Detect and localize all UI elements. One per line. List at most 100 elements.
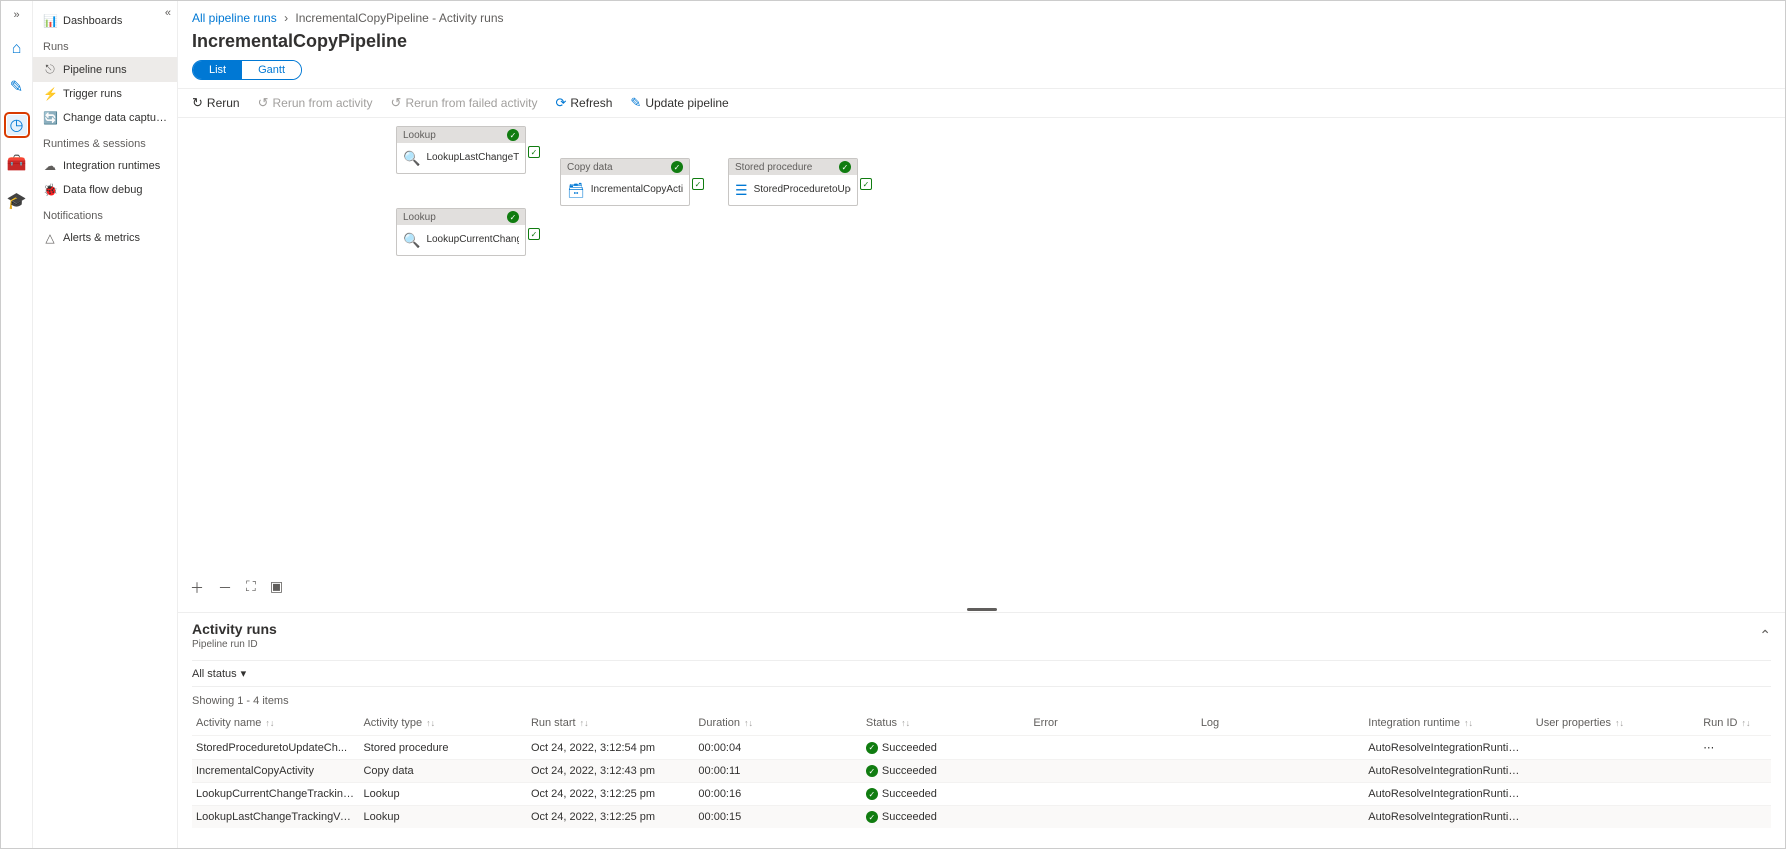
monitor-icon[interactable]: ◷ <box>7 115 27 135</box>
pipeline-canvas-wrap: Lookup ✓ 🔍 LookupLastChangeTrackingVersi… <box>178 118 1785 606</box>
home-icon[interactable]: ⌂ <box>7 39 27 59</box>
zoom-in-icon[interactable]: ＋ <box>190 578 204 598</box>
toolbar-label: Update pipeline <box>645 96 728 110</box>
cell-run-start: Oct 24, 2022, 3:12:54 pm <box>527 736 694 760</box>
node-lookup-last-change[interactable]: Lookup ✓ 🔍 LookupLastChangeTrackingVersi… <box>396 126 526 174</box>
view-toggle-list[interactable]: List <box>193 61 242 79</box>
view-toggle-gantt[interactable]: Gantt <box>242 61 301 79</box>
col-integration-runtime[interactable]: Integration runtime↑↓ <box>1364 711 1531 736</box>
sidebar-section-runs: Runs <box>33 33 177 57</box>
cell-run-start: Oct 24, 2022, 3:12:43 pm <box>527 760 694 783</box>
breadcrumb-current: IncrementalCopyPipeline - Activity runs <box>295 11 503 25</box>
activity-runs-title: Activity runs <box>192 621 277 637</box>
cell-user-properties <box>1532 760 1699 783</box>
cell-activity-type: Lookup <box>359 806 526 829</box>
toolbar-label: Rerun from activity <box>273 96 373 110</box>
zoom-out-icon[interactable]: － <box>218 578 232 598</box>
sort-icon: ↑↓ <box>1741 718 1750 728</box>
node-name-label: LookupCurrentChangeTrackingVersio... <box>426 234 519 246</box>
sidebar-item-dataflow-debug[interactable]: 🐞 Data flow debug <box>33 178 177 202</box>
result-count: Showing 1 - 4 items <box>192 687 1771 711</box>
author-icon[interactable]: ✎ <box>7 77 27 97</box>
trigger-icon: ⚡ <box>43 87 57 101</box>
main: All pipeline runs › IncrementalCopyPipel… <box>178 1 1785 848</box>
success-icon: ✓ <box>839 161 851 173</box>
col-status[interactable]: Status↑↓ <box>862 711 1029 736</box>
cell-duration: 00:00:11 <box>694 760 861 783</box>
sidebar-item-dashboards[interactable]: 📊 Dashboards <box>33 9 177 33</box>
col-activity-name[interactable]: Activity name↑↓ <box>192 711 359 736</box>
cell-run-id <box>1699 760 1771 783</box>
collapse-sidebar-icon[interactable]: « <box>165 7 171 19</box>
node-stored-procedure[interactable]: Stored procedure ✓ ☰ StoredProceduretoUp… <box>728 158 858 206</box>
cell-error <box>1029 736 1196 760</box>
sort-icon: ↑↓ <box>265 718 274 728</box>
refresh-button[interactable]: ⟳ Refresh <box>555 95 612 111</box>
rerun-from-failed-button: ↺ Rerun from failed activity <box>391 95 538 111</box>
sidebar-item-alerts[interactable]: △ Alerts & metrics <box>33 226 177 250</box>
reset-zoom-icon[interactable]: ▣ <box>270 578 283 598</box>
copy-data-icon: 🗃 <box>567 181 585 199</box>
update-pipeline-button[interactable]: ✎ Update pipeline <box>630 95 728 111</box>
cell-error <box>1029 806 1196 829</box>
sidebar-section-notifications: Notifications <box>33 202 177 226</box>
cell-status: ✓Succeeded <box>862 806 1029 829</box>
breadcrumb-link-all-runs[interactable]: All pipeline runs <box>192 11 277 25</box>
sidebar-item-cdc[interactable]: 🔄 Change data capture (previ... <box>33 106 177 130</box>
table-row[interactable]: IncrementalCopyActivityCopy dataOct 24, … <box>192 760 1771 783</box>
cell-activity-name: LookupCurrentChangeTracking... <box>192 783 359 806</box>
toolbar-label: Rerun from failed activity <box>405 96 537 110</box>
cell-status: ✓Succeeded <box>862 760 1029 783</box>
table-row[interactable]: StoredProceduretoUpdateCh...Stored proce… <box>192 736 1771 760</box>
sidebar: « 📊 Dashboards Runs ⎋ Pipeline runs ⚡ Tr… <box>33 1 178 848</box>
table-row[interactable]: LookupLastChangeTrackingVer...LookupOct … <box>192 806 1771 829</box>
cell-log <box>1197 806 1364 829</box>
cell-integration-runtime: AutoResolveIntegrationRuntime (N <box>1364 806 1531 829</box>
node-lookup-current-change[interactable]: Lookup ✓ 🔍 LookupCurrentChangeTrackingVe… <box>396 208 526 256</box>
col-error[interactable]: Error <box>1029 711 1196 736</box>
view-toggle-row: List Gantt <box>178 60 1785 88</box>
node-type-label: Copy data <box>567 162 613 173</box>
icon-rail: » ⌂ ✎ ◷ 🧰 🎓 <box>1 1 33 848</box>
expand-rail-icon[interactable]: » <box>13 9 19 21</box>
cell-log <box>1197 783 1364 806</box>
toolbar-label: Refresh <box>570 96 612 110</box>
cell-status: ✓Succeeded <box>862 736 1029 760</box>
cell-activity-type: Copy data <box>359 760 526 783</box>
chevron-down-icon: ▾ <box>241 667 247 680</box>
sidebar-item-label: Alerts & metrics <box>63 232 140 244</box>
cell-duration: 00:00:16 <box>694 783 861 806</box>
collapse-panel-icon[interactable]: ⌃ <box>1759 627 1771 644</box>
success-icon: ✓ <box>866 765 878 777</box>
col-duration[interactable]: Duration↑↓ <box>694 711 861 736</box>
node-incremental-copy[interactable]: Copy data ✓ 🗃 IncrementalCopyActivity <box>560 158 690 206</box>
col-activity-type[interactable]: Activity type↑↓ <box>359 711 526 736</box>
learn-icon[interactable]: 🎓 <box>7 191 27 211</box>
stored-procedure-icon: ☰ <box>735 181 748 199</box>
cell-log <box>1197 760 1364 783</box>
zoom-toolbar: ＋ － ⛶ ▣ <box>190 578 283 598</box>
pipeline-canvas[interactable]: Lookup ✓ 🔍 LookupLastChangeTrackingVersi… <box>178 118 1785 606</box>
cell-log <box>1197 736 1364 760</box>
sidebar-item-trigger-runs[interactable]: ⚡ Trigger runs <box>33 82 177 106</box>
fit-icon[interactable]: ⛶ <box>246 578 256 598</box>
rerun-from-activity-button: ↺ Rerun from activity <box>258 95 373 111</box>
dashboard-icon: 📊 <box>43 14 57 28</box>
status-filter-dropdown[interactable]: All status ▾ <box>192 660 1771 687</box>
table-row[interactable]: LookupCurrentChangeTracking...LookupOct … <box>192 783 1771 806</box>
col-user-properties[interactable]: User properties↑↓ <box>1532 711 1699 736</box>
activity-runs-table: Activity name↑↓ Activity type↑↓ Run star… <box>192 711 1771 828</box>
manage-icon[interactable]: 🧰 <box>7 153 27 173</box>
connector-check-icon: ✓ <box>528 146 540 158</box>
col-run-start[interactable]: Run start↑↓ <box>527 711 694 736</box>
cell-run-start: Oct 24, 2022, 3:12:25 pm <box>527 806 694 829</box>
col-run-id[interactable]: Run ID↑↓ <box>1699 711 1771 736</box>
cell-user-properties <box>1532 783 1699 806</box>
rerun-failed-icon: ↺ <box>391 95 402 111</box>
col-log[interactable]: Log <box>1197 711 1364 736</box>
toolbar: ↻ Rerun ↺ Rerun from activity ↺ Rerun fr… <box>178 88 1785 118</box>
sidebar-item-pipeline-runs[interactable]: ⎋ Pipeline runs <box>33 57 177 82</box>
rerun-button[interactable]: ↻ Rerun <box>192 95 240 111</box>
success-icon: ✓ <box>866 811 878 823</box>
sidebar-item-integration-runtimes[interactable]: ☁ Integration runtimes <box>33 154 177 178</box>
